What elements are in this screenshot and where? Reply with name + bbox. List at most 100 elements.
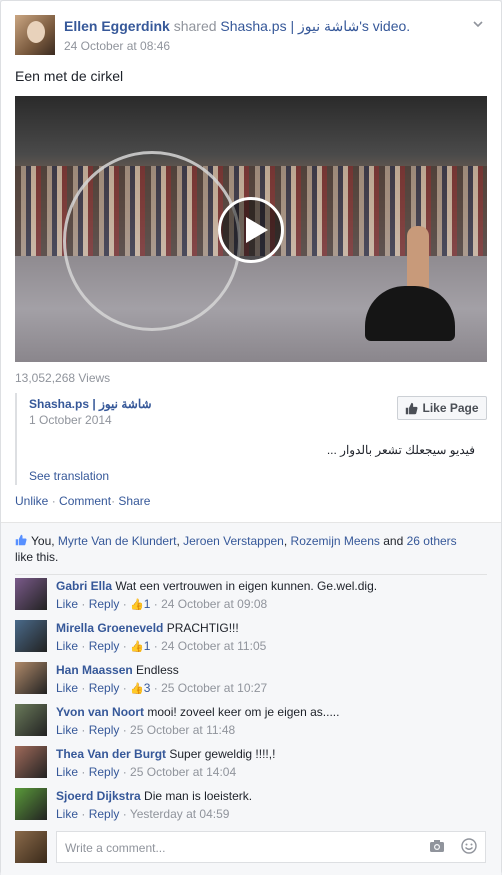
and-text: and <box>383 534 404 548</box>
comment-like-link[interactable]: Like <box>56 807 78 821</box>
comment-body: Sjoerd Dijkstra Die man is loeisterk. <box>56 789 252 803</box>
comment-reply-link[interactable]: Reply <box>89 723 120 737</box>
play-icon[interactable] <box>218 197 284 263</box>
comment-row: Thea Van der Burgt Super geweldig !!!!,!… <box>15 746 487 782</box>
post-actions: Unlike · Comment· Share <box>15 494 150 508</box>
liker-you: You <box>31 534 52 548</box>
see-translation-link[interactable]: See translation <box>29 469 109 483</box>
camera-icon[interactable] <box>429 839 445 853</box>
separator: · <box>51 494 56 508</box>
like-page-label: Like Page <box>422 401 479 415</box>
video-player[interactable] <box>15 96 487 362</box>
commenter-name[interactable]: Thea Van der Burgt <box>56 747 166 761</box>
comment-meta: Like · Reply · 👍3 · 25 October at 10:27 <box>56 681 268 695</box>
shared-video-link[interactable]: 's video. <box>359 18 410 34</box>
comment-like-count[interactable]: 1 <box>144 639 151 653</box>
comment-row: Sjoerd Dijkstra Die man is loeisterk. Lik… <box>15 788 487 824</box>
like-page-button[interactable]: Like Page <box>397 396 487 420</box>
comment-time[interactable]: 25 October at 10:27 <box>161 681 267 695</box>
comment-text: Die man is loeisterk. <box>144 789 253 803</box>
comment-body: Thea Van der Burgt Super geweldig !!!!,! <box>56 747 275 761</box>
comment-like-count[interactable]: 3 <box>144 681 151 695</box>
comment-body: Yvon van Noort mooi! zoveel keer om je e… <box>56 705 339 719</box>
commenter-name[interactable]: Sjoerd Dijkstra <box>56 789 141 803</box>
comment-time[interactable]: 25 October at 14:04 <box>130 765 236 779</box>
commenter-avatar[interactable] <box>15 662 47 694</box>
likes-suffix: like this. <box>15 550 59 564</box>
post-message: Een met de cirkel <box>15 68 124 84</box>
chevron-down-icon[interactable] <box>471 17 485 31</box>
comment-link[interactable]: Comment <box>59 494 111 508</box>
comment-body: Han Maassen Endless <box>56 663 179 677</box>
comment-like-icon: 👍 <box>130 599 144 611</box>
post-header: Ellen Eggerdink shared Shasha.ps | شاشة … <box>15 15 485 59</box>
shared-page-box: Shasha.ps | شاشة نيوز 1 October 2014 Lik… <box>15 393 487 485</box>
comment-text: PRACHTIG!!! <box>166 621 239 635</box>
commenter-name[interactable]: Han Maassen <box>56 663 133 677</box>
feedback-section: You, Myrte Van de Klundert, Jeroen Verst… <box>1 522 501 875</box>
divider <box>15 574 487 575</box>
comment-like-link[interactable]: Like <box>56 681 78 695</box>
likes-summary: You, Myrte Van de Klundert, Jeroen Verst… <box>15 534 457 564</box>
comment-like-link[interactable]: Like <box>56 639 78 653</box>
commenter-avatar[interactable] <box>15 788 47 820</box>
comment-time[interactable]: Yesterday at 04:59 <box>130 807 230 821</box>
post-timestamp[interactable]: 24 October at 08:46 <box>64 39 170 53</box>
thumbs-up-icon <box>406 402 418 414</box>
comment-row: Gabri Ella Wat een vertrouwen in eigen k… <box>15 578 487 614</box>
share-link[interactable]: Share <box>118 494 150 508</box>
post-card: Ellen Eggerdink shared Shasha.ps | شاشة … <box>0 0 502 875</box>
comment-body: Gabri Ella Wat een vertrouwen in eigen k… <box>56 579 377 593</box>
commenter-name[interactable]: Yvon van Noort <box>56 705 144 719</box>
unlike-link[interactable]: Unlike <box>15 494 48 508</box>
comment-reply-link[interactable]: Reply <box>89 765 120 779</box>
comment-meta: Like · Reply · Yesterday at 04:59 <box>56 807 230 821</box>
commenter-name[interactable]: Mirella Groeneveld <box>56 621 163 635</box>
comment-text: Wat een vertrouwen in eigen kunnen. Ge.w… <box>115 579 378 593</box>
comment-like-link[interactable]: Like <box>56 597 78 611</box>
author-avatar[interactable] <box>15 15 55 55</box>
comment-meta: Like · Reply · 25 October at 14:04 <box>56 765 237 779</box>
commenter-avatar[interactable] <box>15 620 47 652</box>
shared-page-name[interactable]: Shasha.ps | شاشة نيوز <box>29 397 152 411</box>
comment-like-link[interactable]: Like <box>56 765 78 779</box>
comment-like-icon: 👍 <box>130 641 144 653</box>
comment-reply-link[interactable]: Reply <box>89 807 120 821</box>
comment-meta: Like · Reply · 👍1 · 24 October at 09:08 <box>56 597 268 611</box>
separator: · <box>111 494 116 508</box>
comment-time[interactable]: 24 October at 09:08 <box>161 597 267 611</box>
comment-placeholder: Write a comment... <box>65 841 166 855</box>
liker-link[interactable]: Jeroen Verstappen <box>183 534 284 548</box>
author-name[interactable]: Ellen Eggerdink <box>64 18 170 34</box>
shared-page-description: فيديو سيجعلك تشعر بالدوار ... <box>326 443 475 457</box>
liker-link[interactable]: Myrte Van de Klundert <box>58 534 177 548</box>
shared-text: shared <box>173 18 217 34</box>
shared-page-link[interactable]: Shasha.ps | شاشة نيوز <box>220 18 359 34</box>
emoji-icon[interactable] <box>461 838 477 854</box>
comment-reply-link[interactable]: Reply <box>89 597 120 611</box>
comment-text: mooi! zoveel keer om je eigen as..... <box>147 705 340 719</box>
commenter-name[interactable]: Gabri Ella <box>56 579 112 593</box>
comment-like-link[interactable]: Like <box>56 723 78 737</box>
commenter-avatar[interactable] <box>15 578 47 610</box>
comment-reply-link[interactable]: Reply <box>89 681 120 695</box>
comment-body: Mirella Groeneveld PRACHTIG!!! <box>56 621 239 635</box>
comment-reply-link[interactable]: Reply <box>89 639 120 653</box>
post-title-line: Ellen Eggerdink shared Shasha.ps | شاشة … <box>64 18 410 35</box>
comment-text: Endless <box>136 663 179 677</box>
liker-link[interactable]: Rozemijn Meens <box>291 534 380 548</box>
others-link[interactable]: 26 others <box>407 534 457 548</box>
comment-input[interactable]: Write a comment... <box>56 831 486 863</box>
comment-like-count[interactable]: 1 <box>144 597 151 611</box>
comment-text: Super geweldig !!!!,! <box>169 747 276 761</box>
comment-time[interactable]: 25 October at 11:48 <box>130 723 235 737</box>
video-dancer <box>365 226 455 341</box>
shared-page-date[interactable]: 1 October 2014 <box>29 413 112 427</box>
comment-row: Yvon van Noort mooi! zoveel keer om je e… <box>15 704 487 740</box>
user-avatar[interactable] <box>15 831 47 863</box>
commenter-avatar[interactable] <box>15 746 47 778</box>
like-thumb-icon <box>15 534 27 546</box>
comment-time[interactable]: 24 October at 11:05 <box>161 639 266 653</box>
video-hoop <box>63 151 241 331</box>
commenter-avatar[interactable] <box>15 704 47 736</box>
